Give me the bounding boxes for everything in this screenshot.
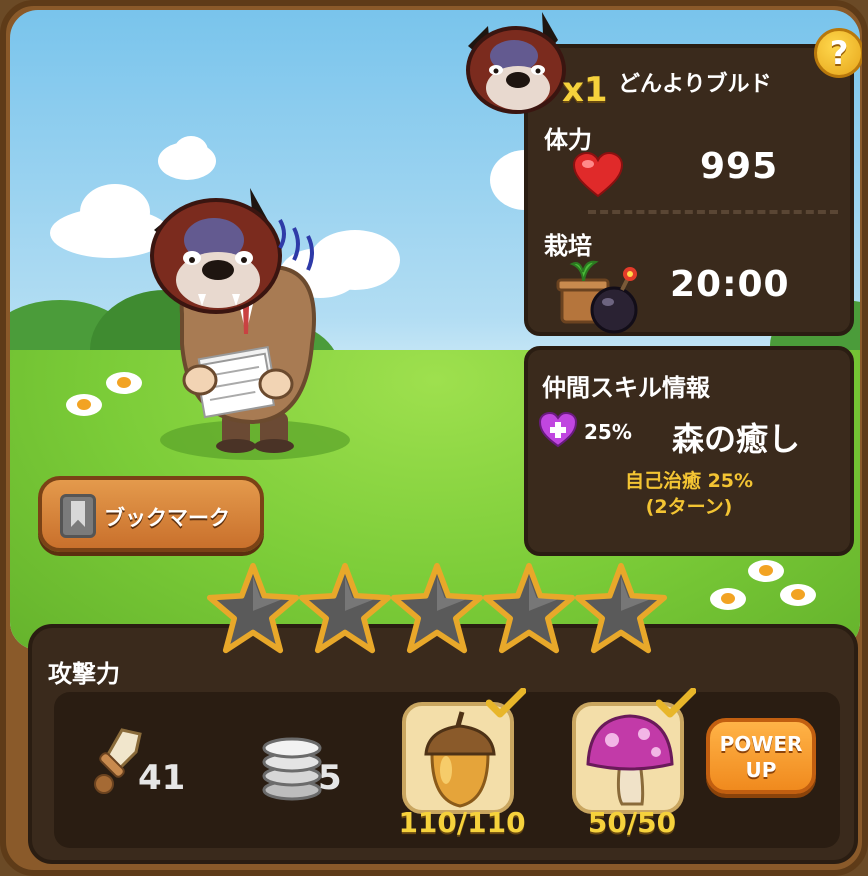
star-icon	[206, 562, 300, 654]
flower	[106, 372, 142, 394]
mushroom-icon	[586, 714, 674, 806]
mushroom-slot[interactable]	[572, 702, 684, 814]
mushroom-value: 50/50	[587, 806, 677, 839]
sword-value: 41	[138, 758, 186, 798]
monster-name: どんよりブルド	[618, 72, 772, 97]
help-button[interactable]: ?	[814, 28, 862, 78]
star-rating	[206, 562, 676, 662]
skill-desc-line2: (2ターン)	[645, 496, 733, 518]
star-icon	[298, 562, 392, 654]
game-screen: どんよりブルド 体力 995 栽培 20:00 x1 ? 仲間スキル情報 25%…	[0, 0, 868, 876]
flower	[66, 394, 102, 416]
bookmark-label: ブックマーク	[104, 506, 230, 530]
hp-value: 995	[700, 146, 779, 187]
grow-value: 20:00	[670, 264, 790, 305]
skill-panel: 仲間スキル情報 25% 森の癒し 自己治癒 25% (2ターン)	[524, 346, 854, 556]
bookmark-icon	[60, 494, 96, 538]
coin-stack-icon	[262, 737, 322, 801]
check-icon	[656, 688, 696, 718]
skill-desc-line1: 自己治癒 25%	[624, 470, 754, 492]
heart-icon	[572, 152, 624, 198]
skill-percent: 25%	[584, 420, 632, 444]
flower	[780, 584, 816, 606]
attack-label: 攻撃力	[48, 660, 120, 688]
monster-count: x1	[562, 70, 608, 110]
acorn-value: 110/110	[398, 806, 526, 839]
check-icon	[486, 688, 526, 718]
skill-name: 森の癒し	[672, 420, 801, 458]
hp-label: 体力	[544, 126, 592, 154]
power-up-button[interactable]: POWER UP	[706, 718, 816, 794]
acorn-icon	[424, 711, 496, 808]
star-icon	[482, 562, 576, 654]
cloud	[80, 184, 150, 240]
sprout-bomb-icon	[556, 260, 638, 334]
power-up-line1: POWER	[719, 732, 803, 756]
bookmark-button[interactable]: ブックマーク	[38, 476, 264, 552]
flower	[748, 560, 784, 582]
cloud	[174, 136, 208, 166]
power-up-line2: UP	[745, 758, 777, 782]
divider	[588, 210, 838, 214]
skill-header: 仲間スキル情報	[542, 374, 710, 402]
star-icon	[574, 562, 668, 654]
acorn-slot[interactable]	[402, 702, 514, 814]
coin-value: 5	[318, 758, 342, 798]
star-icon	[390, 562, 484, 654]
bulldog-character	[150, 188, 316, 453]
monster-portrait	[466, 12, 566, 114]
flower	[710, 588, 746, 610]
skill-heart-icon	[538, 412, 578, 448]
